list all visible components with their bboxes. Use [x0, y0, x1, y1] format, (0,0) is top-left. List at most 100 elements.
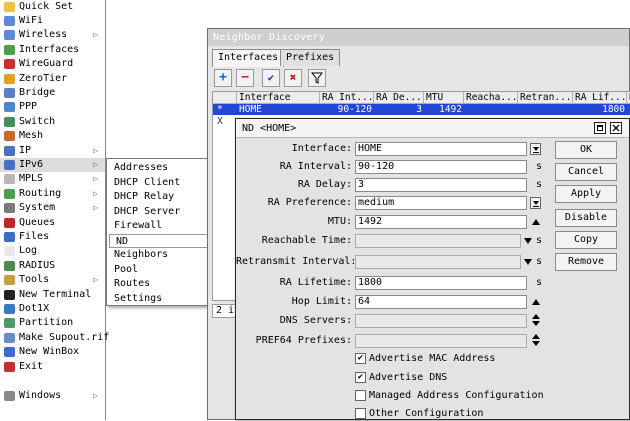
sidebar-item-zerotier[interactable]: ZeroTier: [0, 72, 105, 86]
row2-flag: X: [217, 116, 223, 127]
supout-icon: [4, 333, 15, 343]
tab-prefixes[interactable]: Prefixes: [280, 49, 341, 66]
dialog-title[interactable]: ND <HOME>: [236, 119, 629, 138]
hop-limit-expand-icon[interactable]: [532, 299, 540, 305]
sidebar-item-windows[interactable]: Windows ▷: [0, 389, 105, 403]
sidebar-item-log[interactable]: Log: [0, 244, 105, 258]
retransmit-interval-label: Retransmit Interval:: [236, 256, 357, 267]
checkbox-advertise-mac[interactable]: ✔ Advertise MAC Address: [236, 353, 556, 366]
enable-button[interactable]: ✔: [262, 69, 280, 87]
maximize-icon[interactable]: [594, 122, 606, 134]
window-title[interactable]: Neighbor Discovery: [208, 29, 629, 46]
advertise-mac-checkbox[interactable]: ✔: [355, 353, 366, 364]
checkbox-advertise-dns[interactable]: ✔ Advertise DNS: [236, 372, 556, 385]
column-header-interface[interactable]: Interface: [237, 92, 320, 104]
reachable-time-label: Reachable Time:: [261, 235, 352, 246]
ra-delay-row: RA Delay: 3 s: [236, 178, 556, 192]
ra-preference-dropdown-icon[interactable]: [530, 197, 541, 209]
managed-address-label: Managed Address Configuration: [369, 390, 544, 401]
pref64-prefixes-input[interactable]: [355, 334, 527, 348]
sidebar-item-switch[interactable]: Switch: [0, 115, 105, 129]
interface-label: Interface:: [291, 143, 352, 154]
files-icon: [4, 232, 15, 242]
other-configuration-checkbox[interactable]: [355, 408, 366, 419]
cancel-button[interactable]: Cancel: [555, 163, 617, 181]
column-header-ra-interval[interactable]: RA Int...: [320, 92, 374, 104]
column-header-mtu[interactable]: MTU: [424, 92, 464, 104]
sidebar-item-ip[interactable]: IP ▷: [0, 144, 105, 158]
sidebar-item-label: Routing: [19, 188, 62, 199]
checkbox-other-configuration[interactable]: Other Configuration: [236, 408, 556, 421]
sidebar-item-radius[interactable]: RADIUS: [0, 259, 105, 273]
sidebar-item-new-winbox[interactable]: New WinBox: [0, 345, 105, 359]
sidebar-item-files[interactable]: Files: [0, 230, 105, 244]
mtu-input[interactable]: 1492: [355, 215, 527, 229]
interface-dropdown-icon[interactable]: [530, 143, 541, 155]
sidebar-item-make-supout-rif[interactable]: Make Supout.rif: [0, 331, 109, 345]
tab-interfaces[interactable]: Interfaces: [212, 49, 285, 67]
apply-button[interactable]: Apply: [555, 185, 617, 203]
sidebar-item-system[interactable]: System ▷: [0, 201, 105, 215]
sidebar-item-ppp[interactable]: PPP: [0, 100, 105, 114]
ra-lifetime-input[interactable]: 1800: [355, 276, 527, 290]
ra-lifetime-unit: s: [536, 277, 543, 288]
sidebar-item-partition[interactable]: Partition: [0, 316, 105, 330]
column-header-retransmit[interactable]: Retran...: [518, 92, 573, 104]
advertise-dns-checkbox[interactable]: ✔: [355, 372, 366, 383]
sidebar-item-wireguard[interactable]: WireGuard: [0, 57, 105, 71]
row-ra-interval: 90-120: [337, 104, 372, 115]
sidebar-item-label: Interfaces: [19, 44, 80, 55]
dns-servers-input[interactable]: [355, 314, 527, 328]
dns-servers-up-icon[interactable]: [532, 314, 540, 319]
table-row[interactable]: * HOME 90-120 3 1492 1800: [213, 104, 630, 115]
disable-button[interactable]: Disable: [555, 209, 617, 227]
reachable-time-collapse-icon[interactable]: [524, 238, 532, 244]
exit-icon: [4, 362, 15, 372]
remove-button[interactable]: Remove: [555, 253, 617, 271]
sidebar-item-new-terminal[interactable]: New Terminal: [0, 288, 105, 302]
sidebar-item-interfaces[interactable]: Interfaces: [0, 43, 105, 57]
filter-button[interactable]: [308, 69, 326, 87]
hop-limit-input[interactable]: 64: [355, 295, 527, 309]
column-header-flag[interactable]: [213, 92, 237, 104]
sidebar-item-label: Queues: [19, 217, 56, 228]
ra-delay-input[interactable]: 3: [355, 178, 527, 192]
remove-button[interactable]: −: [236, 69, 254, 87]
checkbox-managed-address[interactable]: Managed Address Configuration: [236, 390, 556, 403]
reachable-time-input[interactable]: [355, 234, 521, 248]
ok-button[interactable]: OK: [555, 141, 617, 159]
chevron-right-icon: ▷: [93, 146, 98, 155]
column-header-ra-delay[interactable]: RA De...: [374, 92, 424, 104]
interface-select[interactable]: HOME: [355, 142, 527, 156]
row-reachable: [464, 104, 518, 115]
sidebar-item-quick-set[interactable]: Quick Set: [0, 0, 105, 14]
sidebar-item-queues[interactable]: Queues: [0, 216, 105, 230]
add-button[interactable]: +: [214, 69, 232, 87]
hop-limit-label: Hop Limit:: [291, 296, 352, 307]
pref64-prefixes-down-icon[interactable]: [532, 341, 540, 346]
mtu-expand-icon[interactable]: [532, 219, 540, 225]
ra-preference-select[interactable]: medium: [355, 196, 527, 210]
column-header-ra-lifetime[interactable]: RA Lif...: [573, 92, 627, 104]
sidebar-item-routing[interactable]: Routing ▷: [0, 187, 105, 201]
disable-button[interactable]: ✖: [284, 69, 302, 87]
sidebar-item-bridge[interactable]: Bridge: [0, 86, 105, 100]
copy-button[interactable]: Copy: [555, 231, 617, 249]
sidebar-item-mpls[interactable]: MPLS ▷: [0, 172, 105, 186]
close-icon[interactable]: [610, 122, 622, 134]
dns-servers-down-icon[interactable]: [532, 321, 540, 326]
retransmit-interval-input[interactable]: [355, 255, 521, 269]
retransmit-interval-collapse-icon[interactable]: [524, 259, 532, 265]
sidebar-item-wireless[interactable]: Wireless ▷: [0, 28, 105, 42]
sidebar-item-mesh[interactable]: Mesh: [0, 129, 105, 143]
pref64-prefixes-up-icon[interactable]: [532, 334, 540, 339]
sidebar-item-dot1x[interactable]: Dot1X: [0, 302, 105, 316]
column-header-reachable[interactable]: Reacha...: [464, 92, 518, 104]
sidebar-item-wifi[interactable]: WiFi: [0, 14, 105, 28]
sidebar-item-exit[interactable]: Exit: [0, 360, 105, 374]
sidebar-item-tools[interactable]: Tools ▷: [0, 273, 105, 287]
interfaces-icon: [4, 45, 15, 55]
managed-address-checkbox[interactable]: [355, 390, 366, 401]
ra-interval-input[interactable]: 90-120: [355, 160, 527, 174]
sidebar-item-ipv6[interactable]: IPv6 ▷: [0, 158, 105, 172]
